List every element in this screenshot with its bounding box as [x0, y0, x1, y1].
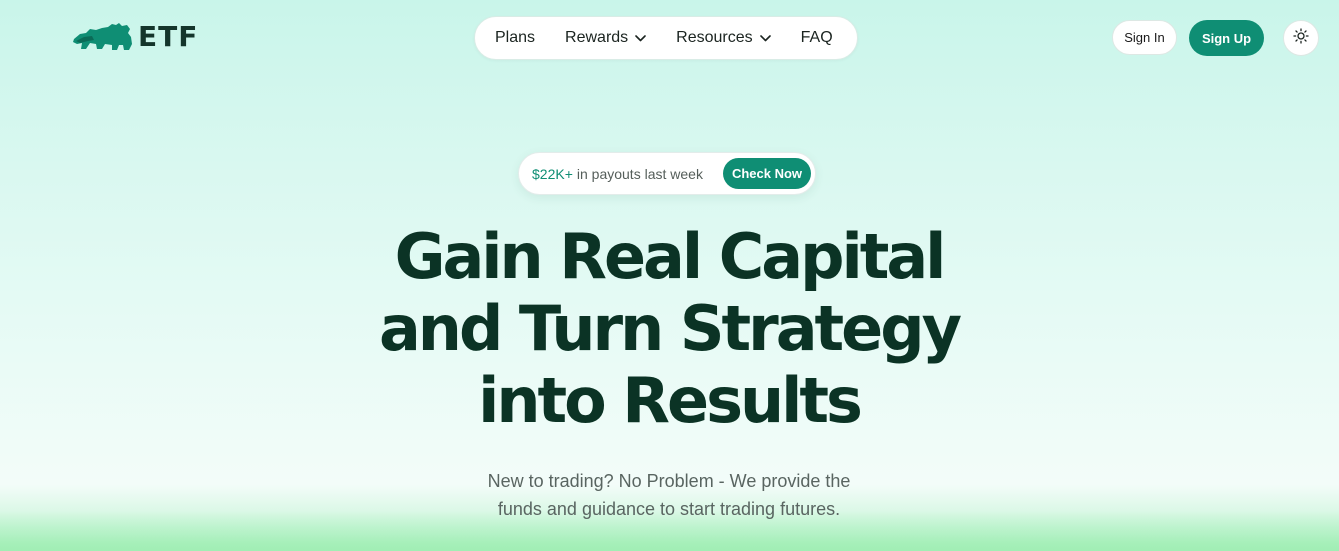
- nav-item-faq[interactable]: FAQ: [801, 29, 833, 47]
- hero-subtitle-line: New to trading? No Problem - We provide …: [487, 471, 851, 491]
- payout-amount: $22K+: [532, 165, 573, 182]
- sign-up-button[interactable]: Sign Up: [1189, 20, 1264, 56]
- payout-text: in payouts last week: [576, 165, 703, 182]
- hero-title-line: into Results: [478, 364, 863, 437]
- theme-toggle-button[interactable]: [1283, 20, 1319, 56]
- chevron-down-icon: [759, 29, 771, 47]
- bull-icon: [72, 22, 134, 52]
- hero-subtitle: New to trading? No Problem - We provide …: [449, 467, 889, 523]
- nav-item-label: Plans: [495, 29, 536, 46]
- sun-icon: [1293, 27, 1309, 49]
- chevron-down-icon: [635, 29, 646, 47]
- nav-item-label: Resources: [676, 29, 753, 46]
- hero-title: Gain Real Capital and Turn Strategy into…: [369, 221, 969, 437]
- nav-item-plans[interactable]: Plans: [495, 29, 535, 47]
- check-now-button[interactable]: Check Now: [723, 158, 811, 189]
- hero-title-line: and Turn Strategy: [378, 292, 962, 365]
- nav-item-resources[interactable]: Resources: [676, 29, 771, 47]
- nav-item-label: Rewards: [565, 29, 629, 46]
- nav-item-rewards[interactable]: Rewards: [565, 29, 646, 47]
- nav-item-label: FAQ: [800, 29, 833, 46]
- hero-title-line: Gain Real Capital: [394, 220, 947, 293]
- payout-banner: $22K+ in payouts last week Check Now: [518, 152, 816, 195]
- logo-text: ETF: [138, 20, 199, 53]
- sign-in-button[interactable]: Sign In: [1112, 20, 1177, 55]
- logo[interactable]: ETF: [72, 22, 198, 52]
- hero-subtitle-line: funds and guidance to start trading futu…: [497, 499, 841, 519]
- main-nav: Plans Rewards Resources FAQ: [474, 16, 858, 60]
